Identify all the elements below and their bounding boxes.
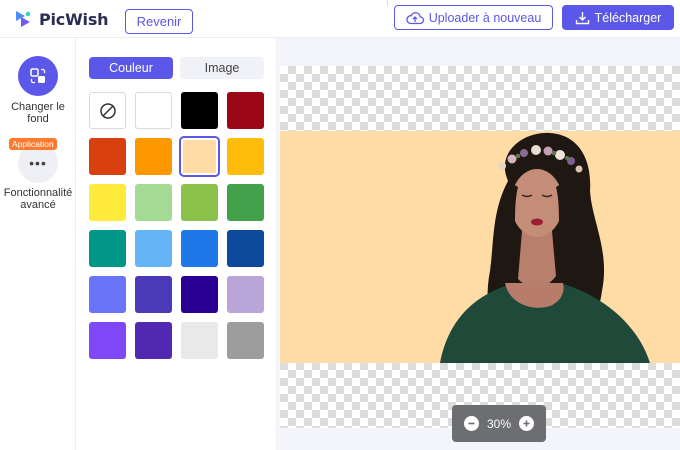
no-color-icon [99, 102, 116, 119]
color-swatch-white[interactable] [135, 92, 172, 129]
color-swatch-black[interactable] [181, 92, 218, 129]
logo[interactable]: PicWish [12, 8, 109, 30]
rail-item-label: Changer le fond [11, 101, 65, 125]
image-preview[interactable] [280, 131, 680, 363]
rail-item-change-background[interactable]: Changer le fond [0, 56, 76, 125]
zoom-in-icon[interactable] [519, 416, 535, 431]
swap-background-icon [30, 68, 46, 84]
color-swatch-green[interactable] [181, 184, 218, 221]
color-swatch-purple[interactable] [135, 322, 172, 359]
cloud-upload-icon [406, 11, 424, 24]
tool-rail: Changer le fond Application ••• Fonction… [0, 38, 76, 450]
color-swatch-blue[interactable] [181, 230, 218, 267]
download-label: Télécharger [594, 10, 662, 25]
color-swatch-periwinkle[interactable] [89, 276, 126, 313]
upload-again-label: Uploader à nouveau [428, 10, 542, 25]
zoom-level: 30% [486, 416, 512, 431]
rail-item-icon-wrap [18, 56, 58, 96]
color-swatch-lavender[interactable] [227, 276, 264, 313]
color-swatch-amber[interactable] [227, 138, 264, 175]
download-button[interactable]: Télécharger [562, 5, 674, 30]
color-swatch-dark-green[interactable] [227, 184, 264, 221]
color-swatch-orange[interactable] [135, 138, 172, 175]
back-button[interactable]: Revenir [125, 9, 193, 34]
color-swatch-red-orange[interactable] [89, 138, 126, 175]
color-swatch-navy[interactable] [227, 230, 264, 267]
color-swatch-sky-blue[interactable] [135, 230, 172, 267]
color-swatch-none[interactable] [89, 92, 126, 129]
color-swatch-grid [89, 92, 264, 359]
color-swatch-teal[interactable] [89, 230, 126, 267]
color-swatch-indigo[interactable] [135, 276, 172, 313]
color-swatch-yellow[interactable] [89, 184, 126, 221]
color-swatch-gray[interactable] [227, 322, 264, 359]
tab-color[interactable]: Couleur [89, 57, 173, 79]
preview-canvas: 30% [277, 38, 680, 450]
rail-item-label: Fonctionnalité avancé [3, 187, 73, 211]
tab-image[interactable]: Image [180, 57, 264, 79]
upload-again-button[interactable]: Uploader à nouveau [394, 5, 553, 30]
color-swatch-dark-red[interactable] [227, 92, 264, 129]
zoom-out-icon[interactable] [463, 416, 479, 431]
zoom-control: 30% [452, 405, 546, 442]
brand-name: PicWish [39, 9, 109, 29]
color-swatch-light-green[interactable] [135, 184, 172, 221]
rail-item-advanced[interactable]: Application ••• Fonctionnalité avancé [0, 138, 76, 211]
header-divider [387, 0, 388, 6]
color-swatch-deep-indigo[interactable] [181, 276, 218, 313]
color-swatch-light-gray[interactable] [181, 322, 218, 359]
color-swatch-violet[interactable] [89, 322, 126, 359]
color-swatch-peach[interactable] [179, 136, 220, 177]
application-badge: Application [9, 138, 57, 150]
picwish-logo-icon [16, 11, 31, 27]
portrait-subject [440, 132, 650, 363]
background-panel: Couleur Image [76, 38, 277, 450]
download-icon [575, 11, 589, 24]
top-bar: PicWish Revenir Uploader à nouveau Téléc… [0, 0, 680, 38]
